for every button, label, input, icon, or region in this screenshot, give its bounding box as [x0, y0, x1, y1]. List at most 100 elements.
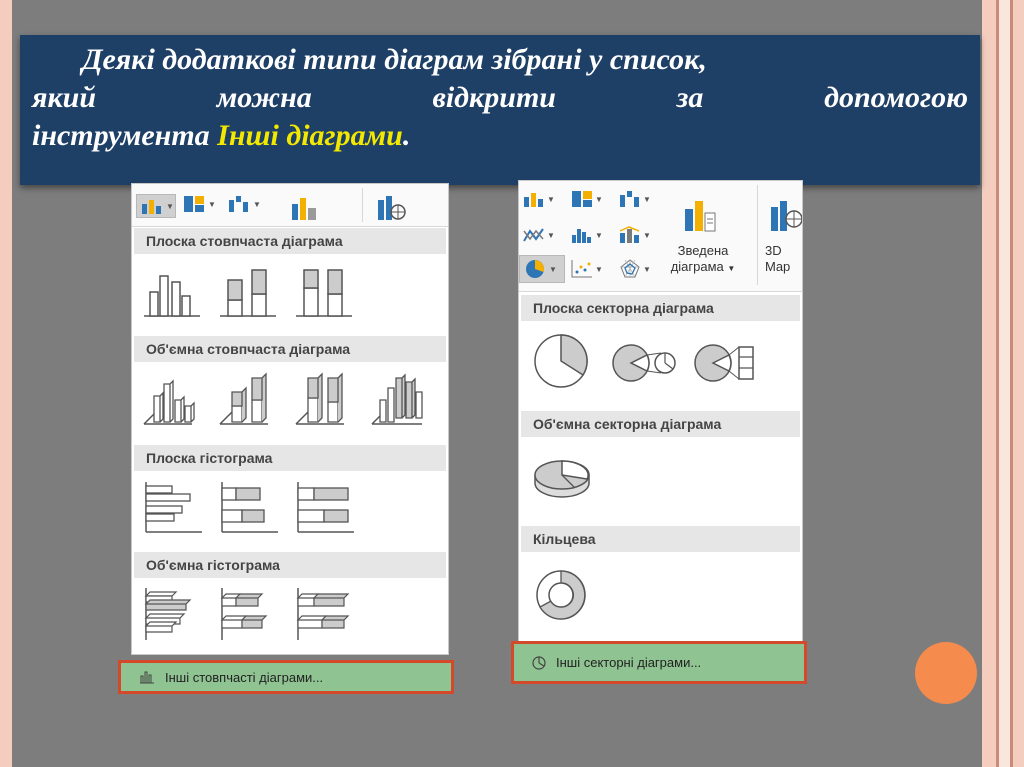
3d-map-label-line1: 3D — [765, 243, 782, 258]
hierarchy-chart-button[interactable]: ▼ — [571, 189, 603, 209]
hierarchy-chart-icon — [184, 196, 204, 212]
waterfall-chart-button[interactable]: ▼ — [227, 194, 261, 214]
chevron-down-icon: ▼ — [595, 230, 603, 240]
statistic-chart-button[interactable]: ▼ — [571, 225, 603, 245]
column-chart-button[interactable]: ▼ — [523, 189, 555, 209]
pie-of-pie-icon — [612, 344, 676, 382]
title-line-2: який можна відкрити за допомогою — [32, 79, 968, 117]
more-column-charts-button[interactable]: Інші стовпчасті діаграми... — [118, 660, 454, 694]
pivot-chart-button[interactable] — [683, 197, 717, 235]
line-chart-button[interactable]: ▼ — [523, 225, 555, 245]
chevron-down-icon: ▼ — [166, 201, 174, 211]
title-box: Деякі додаткові типи діаграм зібрані у с… — [20, 35, 980, 185]
chevron-down-icon: ▼ — [547, 230, 555, 240]
chevron-down-icon: ▼ — [595, 194, 603, 204]
pivot-chart-button[interactable] — [290, 194, 318, 222]
3d-column-thumb[interactable] — [370, 370, 432, 428]
title-suffix: . — [402, 119, 411, 152]
title-word: допомогою — [824, 81, 969, 114]
3d-map-button[interactable] — [376, 192, 406, 222]
pivot-chart-icon — [685, 201, 716, 232]
chevron-down-icon: ▼ — [253, 199, 261, 209]
scatter-chart-button[interactable]: ▼ — [571, 259, 603, 279]
waterfall-chart-button[interactable]: ▼ — [619, 189, 651, 209]
radar-chart-icon — [620, 259, 640, 278]
toolbar-separator — [362, 188, 363, 222]
scatter-chart-icon — [571, 260, 592, 278]
column-chart-icon — [139, 670, 155, 684]
3d-clustered-bar-thumb[interactable] — [142, 586, 204, 644]
3d-stacked-bar-thumb[interactable] — [218, 586, 280, 644]
3d-stacked-column-thumb[interactable] — [218, 370, 278, 428]
column-chart-icon — [142, 200, 161, 214]
line-chart-icon — [523, 228, 544, 242]
clustered-column-thumb[interactable] — [142, 264, 202, 320]
title-highlight: Інші діаграми — [217, 119, 403, 152]
3d-pie-icon — [534, 460, 590, 498]
combo-chart-icon — [619, 226, 640, 243]
section-header: Кільцева — [521, 526, 800, 552]
pivot-chart-label[interactable]: Зведена діаграма ▼ — [667, 243, 739, 277]
title-text: Деякі додаткові типи діаграм зібрані у с… — [32, 41, 968, 155]
pivot-chart-label-line2: діаграма ▼ — [667, 259, 739, 277]
3d-clustered-bar-icon — [144, 588, 192, 640]
section-header: Плоска секторна діаграма — [521, 295, 800, 321]
waterfall-chart-icon — [620, 191, 639, 207]
section-header: Об'ємна гістограма — [134, 552, 446, 578]
stacked-bar-icon — [221, 482, 278, 533]
combo-chart-button[interactable]: ▼ — [619, 225, 651, 245]
percent-stacked-column-thumb[interactable] — [294, 264, 354, 320]
pivot-chart-label-text: діаграма — [670, 259, 724, 274]
title-line-1: Деякі додаткові типи діаграм зібрані у с… — [82, 43, 707, 76]
bar-of-pie-thumb[interactable] — [693, 341, 761, 385]
3d-stacked-bar-icon — [220, 588, 268, 640]
clustered-column-icon — [144, 275, 200, 317]
pie-icon — [534, 334, 588, 388]
doughnut-icon — [536, 570, 586, 620]
section-header: Об'ємна стовпчаста діаграма — [134, 336, 446, 362]
chevron-down-icon: ▼ — [547, 194, 555, 204]
chevron-down-icon: ▼ — [643, 264, 651, 274]
frame-stripe — [982, 0, 996, 767]
column-chart-dropdown: ▼ ▼ ▼ Плоска стовпчаста діаграма Об'ємна… — [131, 183, 449, 655]
3d-map-icon — [378, 196, 406, 220]
percent-stacked-column-icon — [296, 269, 352, 317]
3d-map-icon — [771, 201, 802, 231]
3d-map-button[interactable] — [769, 197, 802, 233]
3d-map-label-line2: Map — [765, 259, 791, 274]
section-header: Плоска стовпчаста діаграма — [134, 228, 446, 254]
frame-stripe — [999, 0, 1010, 767]
radar-chart-button[interactable]: ▼ — [619, 259, 651, 279]
pie-of-pie-thumb[interactable] — [611, 341, 679, 385]
title-word: можна — [216, 81, 312, 114]
ribbon-toolbar: ▼ ▼ ▼ — [132, 184, 448, 227]
column-chart-button[interactable]: ▼ — [136, 194, 176, 218]
more-pie-charts-button[interactable]: Інші секторні діаграми... — [511, 641, 807, 684]
3d-map-label[interactable]: 3D Map — [765, 243, 802, 275]
stacked-column-thumb[interactable] — [218, 264, 278, 320]
title-word: за — [676, 81, 704, 114]
pivot-chart-icon — [292, 198, 316, 220]
chevron-down-icon: ▼ — [595, 264, 603, 274]
pie-chart-icon — [526, 260, 545, 278]
3d-clustered-column-thumb[interactable] — [142, 370, 202, 428]
pie-thumb[interactable] — [533, 333, 589, 389]
toolbar-separator — [757, 185, 758, 285]
3d-percent-stacked-bar-icon — [296, 588, 350, 640]
title-prefix: інструмента — [32, 119, 218, 152]
clustered-bar-thumb[interactable] — [142, 480, 204, 536]
pie-chart-button[interactable]: ▼ — [519, 255, 565, 283]
ribbon-toolbar: ▼ ▼ ▼ ▼ ▼ ▼ ▼ ▼ ▼ Зведена діаграма ▼ 3D … — [519, 181, 802, 292]
stacked-bar-thumb[interactable] — [218, 480, 280, 536]
hierarchy-chart-button[interactable]: ▼ — [182, 194, 216, 214]
pie-chart-icon — [532, 655, 546, 670]
waterfall-chart-icon — [229, 196, 248, 212]
title-word: який — [32, 81, 97, 114]
doughnut-thumb[interactable] — [533, 567, 589, 623]
3d-pie-thumb[interactable] — [531, 453, 593, 503]
chevron-down-icon: ▼ — [643, 230, 651, 240]
percent-stacked-bar-thumb[interactable] — [294, 480, 356, 536]
bar-of-pie-icon — [694, 344, 754, 382]
3d-percent-stacked-column-thumb[interactable] — [294, 370, 354, 428]
3d-percent-stacked-bar-thumb[interactable] — [294, 586, 356, 644]
